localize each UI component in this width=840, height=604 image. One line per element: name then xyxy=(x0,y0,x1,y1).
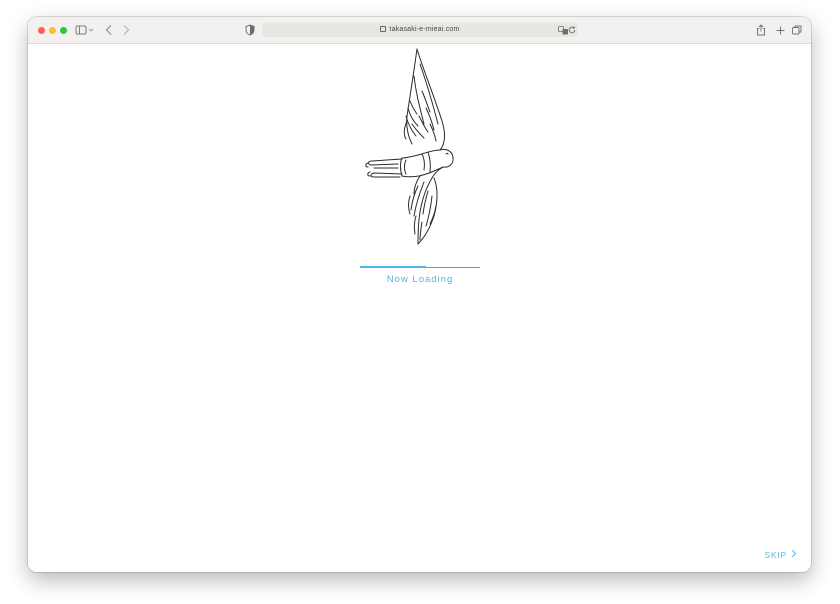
maximize-window-button[interactable] xyxy=(60,27,67,34)
browser-window: takasaki-e-mieai.com Now Loading SKIP xyxy=(28,17,811,572)
skip-button[interactable]: SKIP xyxy=(764,549,797,560)
address-bar[interactable]: takasaki-e-mieai.com xyxy=(262,23,578,37)
bird-illustration xyxy=(365,48,454,245)
browser-toolbar: takasaki-e-mieai.com xyxy=(28,17,811,44)
share-icon[interactable] xyxy=(755,23,767,37)
reload-icon[interactable] xyxy=(567,23,577,37)
loading-progress-fill xyxy=(360,266,426,268)
close-window-button[interactable] xyxy=(38,27,45,34)
chevron-right-icon xyxy=(791,549,797,560)
url-label: takasaki-e-mieai.com xyxy=(389,26,460,33)
sidebar-icon[interactable] xyxy=(75,23,95,37)
skip-label: SKIP xyxy=(764,549,787,560)
page-content: Now Loading SKIP xyxy=(28,44,811,572)
url-text: takasaki-e-mieai.com xyxy=(262,23,578,37)
chevron-right-icon[interactable] xyxy=(120,23,132,37)
shield-icon[interactable] xyxy=(244,23,256,37)
plus-icon[interactable] xyxy=(774,23,786,37)
chevron-left-icon[interactable] xyxy=(103,23,115,37)
lock-icon xyxy=(380,26,387,32)
loading-text: Now Loading xyxy=(386,274,454,285)
minimize-window-button[interactable] xyxy=(49,27,56,34)
tabs-icon[interactable] xyxy=(791,23,803,37)
loading-progress-bar xyxy=(360,266,480,268)
